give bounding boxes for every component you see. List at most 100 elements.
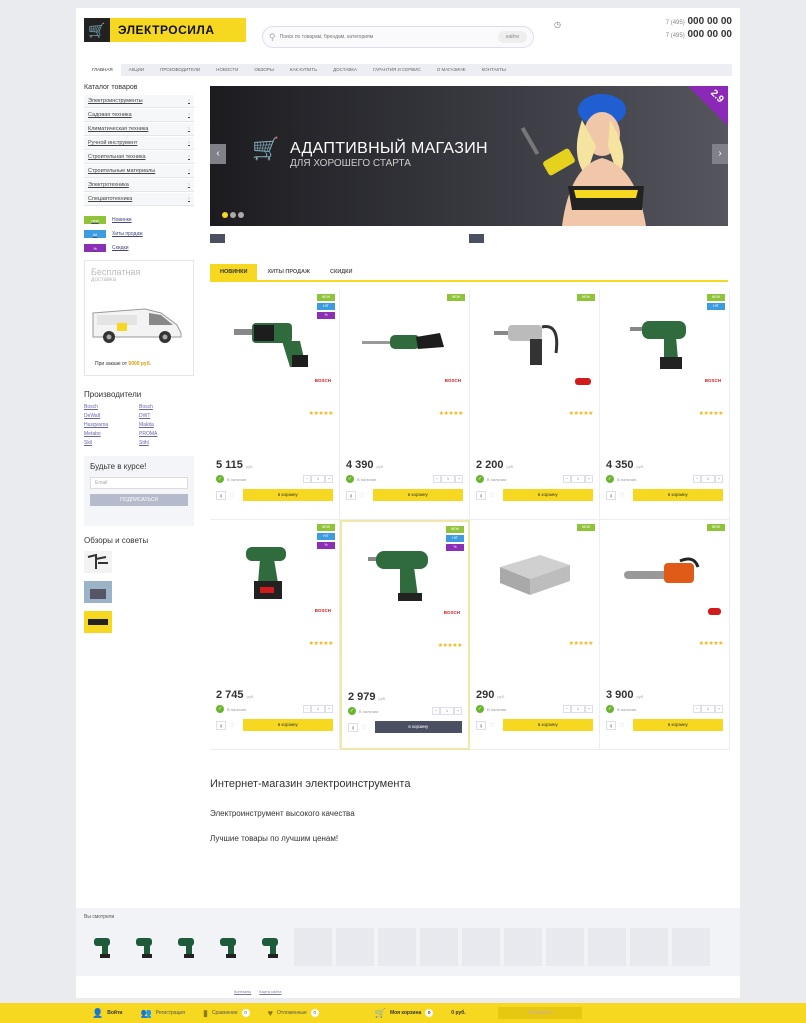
heart-icon[interactable]: ♡ xyxy=(229,492,234,499)
hero-banner[interactable]: ‹ 🛒 АДАПТИВНЫЙ МАГАЗИН ДЛЯ ХОРОШЕГО СТАР… xyxy=(210,86,728,226)
tab-new[interactable]: Новинки xyxy=(210,264,258,280)
heart-icon[interactable]: ♡ xyxy=(619,492,624,499)
compare-button[interactable]: ▮ xyxy=(476,720,487,730)
product-name[interactable] xyxy=(606,394,723,406)
search-input[interactable] xyxy=(279,34,498,40)
banner-next-button[interactable]: › xyxy=(712,144,728,164)
heart-icon[interactable]: ♡ xyxy=(489,722,494,729)
sidebar-item-climate[interactable]: Климатическая техника › xyxy=(84,123,194,136)
product-name[interactable] xyxy=(348,626,462,638)
sidebar-item-special[interactable]: Спецавтотехника › xyxy=(84,193,194,206)
nav-item[interactable]: Акции xyxy=(121,64,152,76)
viewed-item[interactable] xyxy=(168,928,206,966)
product-card[interactable]: new ★★★★★ 2 200 руб. ✓ В наличии −1 + ▮ ♡ в корзи… xyxy=(470,290,600,520)
product-card[interactable]: new hit% BOSCH ★★★★★ 2 745 руб. ✓ В наличии −1 + ▮… xyxy=(210,520,340,750)
add-to-cart-button[interactable]: в корзину xyxy=(502,489,593,501)
manufacturer-link[interactable]: Bosch xyxy=(84,404,139,410)
label-new[interactable]: new Новинки xyxy=(84,216,194,224)
news-item[interactable] xyxy=(210,234,469,248)
product-image[interactable] xyxy=(476,308,593,378)
add-to-cart-button[interactable]: в корзину xyxy=(632,719,723,731)
product-card[interactable]: new BOSCH ★★★★★ 4 390 руб. ✓ В наличии −1 + ▮ ♡ в к… xyxy=(340,290,470,520)
product-name[interactable] xyxy=(606,624,723,636)
product-card[interactable]: new ★★★★★ 3 900 руб. ✓ В наличии −1 + ▮ ♡ в корзи… xyxy=(600,520,730,750)
sidebar-item-electrical[interactable]: Электротехника › xyxy=(84,179,194,192)
manufacturer-link[interactable]: Makita xyxy=(139,422,194,428)
phone-1[interactable]: 7 (495) 000 00 00 xyxy=(636,16,732,29)
heart-icon[interactable]: ♡ xyxy=(359,492,364,499)
add-to-cart-button[interactable]: в корзину xyxy=(502,719,593,731)
nav-item[interactable]: Контакты xyxy=(474,64,514,76)
add-to-cart-button[interactable]: в корзину xyxy=(242,719,333,731)
product-name[interactable] xyxy=(216,624,333,636)
add-to-cart-button[interactable]: в корзину xyxy=(374,721,462,733)
checkout-button[interactable]: Оформить xyxy=(497,1007,583,1019)
product-image[interactable] xyxy=(216,308,333,378)
compare-button[interactable]: ▮ xyxy=(476,490,487,500)
manufacturer-link[interactable]: Skil xyxy=(84,440,139,446)
compare-button[interactable]: ▮ xyxy=(606,720,617,730)
product-image[interactable] xyxy=(348,540,462,610)
manufacturer-link[interactable]: Husqvarna xyxy=(84,422,139,428)
quantity-stepper[interactable]: −1 + xyxy=(303,475,333,483)
product-name[interactable] xyxy=(476,394,593,406)
add-to-cart-button[interactable]: в корзину xyxy=(242,489,333,501)
subscribe-button[interactable]: ПОДПИСАТЬСЯ xyxy=(90,494,188,506)
manufacturer-link[interactable]: Stihl xyxy=(139,440,194,446)
product-image[interactable] xyxy=(346,308,463,378)
search-button[interactable]: найти xyxy=(497,31,527,43)
tab-sale[interactable]: Скидки xyxy=(320,264,363,280)
viewed-item[interactable] xyxy=(126,928,164,966)
quantity-stepper[interactable]: −1 + xyxy=(563,705,593,713)
favorites-button[interactable]: ♥ Отложенные 0 xyxy=(268,1008,319,1018)
sidebar-item-construction-machinery[interactable]: Строительная техника › xyxy=(84,151,194,164)
compare-button[interactable]: ▮ xyxy=(606,490,617,500)
product-card[interactable]: new ★★★★★ 290 руб. ✓ В наличии −1 + ▮ ♡ в корзину xyxy=(470,520,600,750)
tab-hits[interactable]: Хиты продаж xyxy=(257,264,320,280)
heart-icon[interactable]: ♡ xyxy=(489,492,494,499)
quantity-stepper[interactable]: −1 + xyxy=(303,705,333,713)
free-delivery-banner[interactable]: Бесплатная доставка При заказе от 5000 р… xyxy=(84,260,194,376)
sidebar-item-garden[interactable]: Садовая техника › xyxy=(84,109,194,122)
manufacturer-link[interactable]: DeWalt xyxy=(84,413,139,419)
quantity-stepper[interactable]: −1 + xyxy=(433,475,463,483)
quantity-stepper[interactable]: −1 + xyxy=(432,707,462,715)
manufacturer-link[interactable]: PROMA xyxy=(139,431,194,437)
label-sale[interactable]: % Скидки xyxy=(84,244,194,252)
sidebar-item-hand-tools[interactable]: Ручной инструмент › xyxy=(84,137,194,150)
compare-button[interactable]: ▮ xyxy=(216,720,227,730)
product-name[interactable] xyxy=(346,394,463,406)
product-card[interactable]: new hit BOSCH ★★★★★ 4 350 руб. ✓ В наличии −1 + ▮ ♡… xyxy=(600,290,730,520)
compare-button[interactable]: ▮ Сравнение 0 xyxy=(203,1008,250,1019)
heart-icon[interactable]: ♡ xyxy=(361,724,366,731)
heart-icon[interactable]: ♡ xyxy=(229,722,234,729)
product-image[interactable] xyxy=(476,538,593,608)
product-card[interactable]: new hit% BOSCH ★★★★★ 5 115 руб. ✓ В наличии −1 + ▮… xyxy=(210,290,340,520)
manufacturer-link[interactable]: Metabo xyxy=(84,431,139,437)
footer-link-sitemap[interactable]: Карта сайта xyxy=(259,989,281,994)
banner-dot[interactable] xyxy=(238,212,244,218)
review-item[interactable] xyxy=(84,611,194,633)
review-item[interactable] xyxy=(84,551,194,573)
banner-dot[interactable] xyxy=(222,212,228,218)
product-card[interactable]: new hit% BOSCH ★★★★★ 2 979 руб. ✓ В наличии −1 + ▮… xyxy=(340,520,470,750)
footer-link-contacts[interactable]: Контакты xyxy=(234,989,251,994)
nav-item[interactable]: Новости xyxy=(208,64,246,76)
quantity-stepper[interactable]: −1 + xyxy=(693,705,723,713)
news-item[interactable] xyxy=(469,234,728,248)
quantity-stepper[interactable]: −1 + xyxy=(563,475,593,483)
nav-item[interactable]: Доставка xyxy=(325,64,365,76)
manufacturer-link[interactable]: DWT xyxy=(139,413,194,419)
nav-item[interactable]: Гарантия и сервис xyxy=(365,64,429,76)
login-button[interactable]: 👤 Войти xyxy=(92,1008,122,1019)
phone-2[interactable]: 7 (495) 000 00 00 xyxy=(636,29,732,42)
nav-item[interactable]: Обзоры xyxy=(246,64,282,76)
compare-button[interactable]: ▮ xyxy=(216,490,227,500)
viewed-item[interactable] xyxy=(252,928,290,966)
label-hit[interactable]: hit Хиты продаж xyxy=(84,230,194,238)
heart-icon[interactable]: ♡ xyxy=(619,722,624,729)
banner-dot[interactable] xyxy=(230,212,236,218)
register-button[interactable]: 👥 Регистрация xyxy=(140,1008,184,1019)
sidebar-item-construction-materials[interactable]: Строительные материалы › xyxy=(84,165,194,178)
nav-item-home[interactable]: Главная xyxy=(84,64,121,76)
